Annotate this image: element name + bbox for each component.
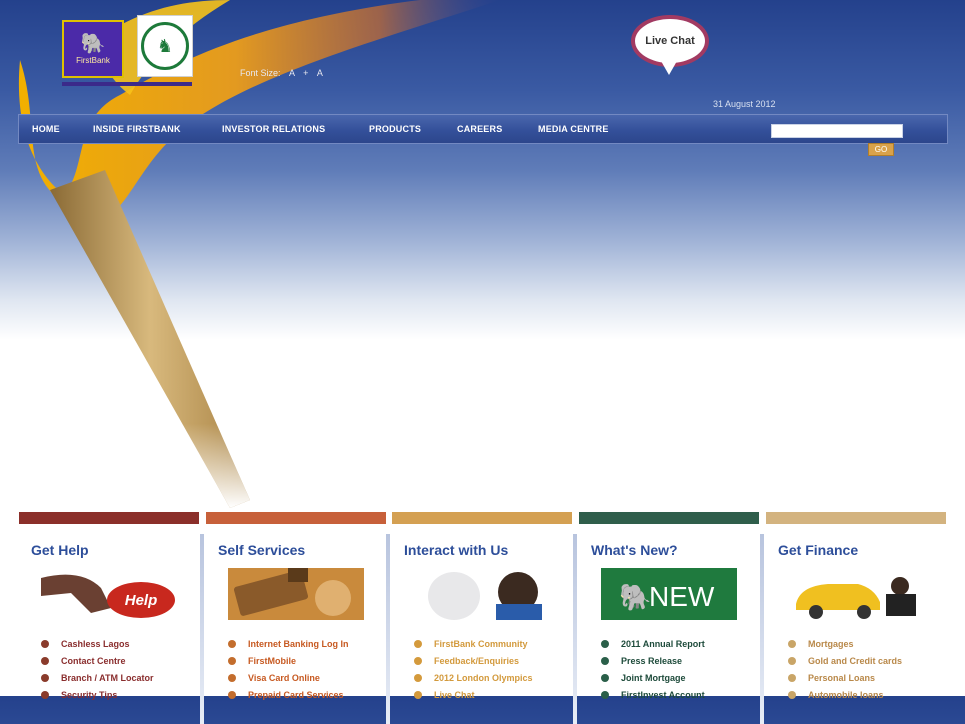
link-firstbank-community[interactable]: FirstBank Community [414,636,533,653]
link-mortgages[interactable]: Mortgages [788,636,902,653]
link-gold-credit-cards[interactable]: Gold and Credit cards [788,653,902,670]
current-date: 31 August 2012 [713,99,776,109]
live-chat-bubble: Live Chat [631,15,709,67]
nav-products[interactable]: PRODUCTS [369,124,421,134]
live-chat-button[interactable]: Live Chat [631,15,711,75]
help-word: Help [125,592,158,609]
column-color-bar [392,512,572,524]
link-list: 2011 Annual Report Press Release Joint M… [601,636,705,704]
nav-inside-firstbank[interactable]: INSIDE FIRSTBANK [93,124,181,134]
link-feedback-enquiries[interactable]: Feedback/Enquiries [414,653,533,670]
column-title: Self Services [218,542,306,558]
column-title: Get Finance [778,542,859,558]
get-finance-image [788,568,924,620]
logo-underline [62,82,192,86]
column-color-bar [579,512,759,524]
nav-careers[interactable]: CAREERS [457,124,502,134]
link-annual-report[interactable]: 2011 Annual Report [601,636,705,653]
self-services-image [228,568,364,620]
column-color-bar [19,512,199,524]
font-size-increase[interactable]: + [303,68,308,78]
firstbank-logo-text: FirstBank [76,55,110,65]
font-size-decrease[interactable]: A [317,68,323,78]
link-internet-banking[interactable]: Internet Banking Log In [228,636,349,653]
speech-bubble-tail [661,61,677,75]
olympic-committee-logo[interactable]: ♞ [137,15,193,77]
column-title: What's New? [591,542,678,558]
column-color-bar [206,512,386,524]
elephant-icon: 🐘 [619,583,651,613]
column-color-bar [766,512,946,524]
nav-investor-relations[interactable]: INVESTOR RELATIONS [222,124,325,134]
live-chat-label: Live Chat [645,35,695,47]
link-joint-mortgage[interactable]: Joint Mortgage [601,670,705,687]
whats-new-image: 🐘 NEW [601,568,737,620]
firstbank-logo[interactable]: 🐘 FirstBank [62,20,124,78]
link-branch-atm-locator[interactable]: Branch / ATM Locator [41,670,154,687]
link-press-release[interactable]: Press Release [601,653,705,670]
link-firstmobile[interactable]: FirstMobile [228,653,349,670]
link-personal-loans[interactable]: Personal Loans [788,670,902,687]
column-title: Get Help [31,542,89,558]
column-self-services: Self Services Internet Banking Log In Fi… [200,512,386,724]
horse-seal-icon: ♞ [141,22,189,70]
link-list: Internet Banking Log In FirstMobile Visa… [228,636,349,704]
help-image: Help [41,568,177,620]
torch-graphic [50,170,250,508]
link-list: Cashless Lagos Contact Centre Branch / A… [41,636,154,704]
font-size-control: Font Size: A + A [240,68,323,78]
column-interact-with-us: Interact with Us FirstBank Community Fee… [386,512,572,724]
nav-media-centre[interactable]: MEDIA CENTRE [538,124,609,134]
interact-image [414,568,550,620]
new-word: NEW [649,581,715,612]
column-whats-new: What's New? 🐘 NEW 2011 Annual Report Pre… [573,512,759,724]
column-get-finance: Get Finance Mortgages Gold and Credit ca… [760,512,946,724]
font-size-reset[interactable]: A [289,68,295,78]
search-button[interactable]: GO [868,143,894,156]
link-visa-card-online[interactable]: Visa Card Online [228,670,349,687]
column-get-help: Get Help Help Cashless Lagos Contact Cen… [19,512,199,700]
column-title: Interact with Us [404,542,509,558]
link-list: Mortgages Gold and Credit cards Personal… [788,636,902,704]
nav-home[interactable]: HOME [32,124,60,134]
link-list: FirstBank Community Feedback/Enquiries 2… [414,636,533,704]
link-contact-centre[interactable]: Contact Centre [41,653,154,670]
elephant-icon: 🐘 [80,32,106,55]
search-input[interactable] [771,124,903,138]
link-london-olympics[interactable]: 2012 London Olympics [414,670,533,687]
link-cashless-lagos[interactable]: Cashless Lagos [41,636,154,653]
font-size-label: Font Size: [240,68,281,78]
